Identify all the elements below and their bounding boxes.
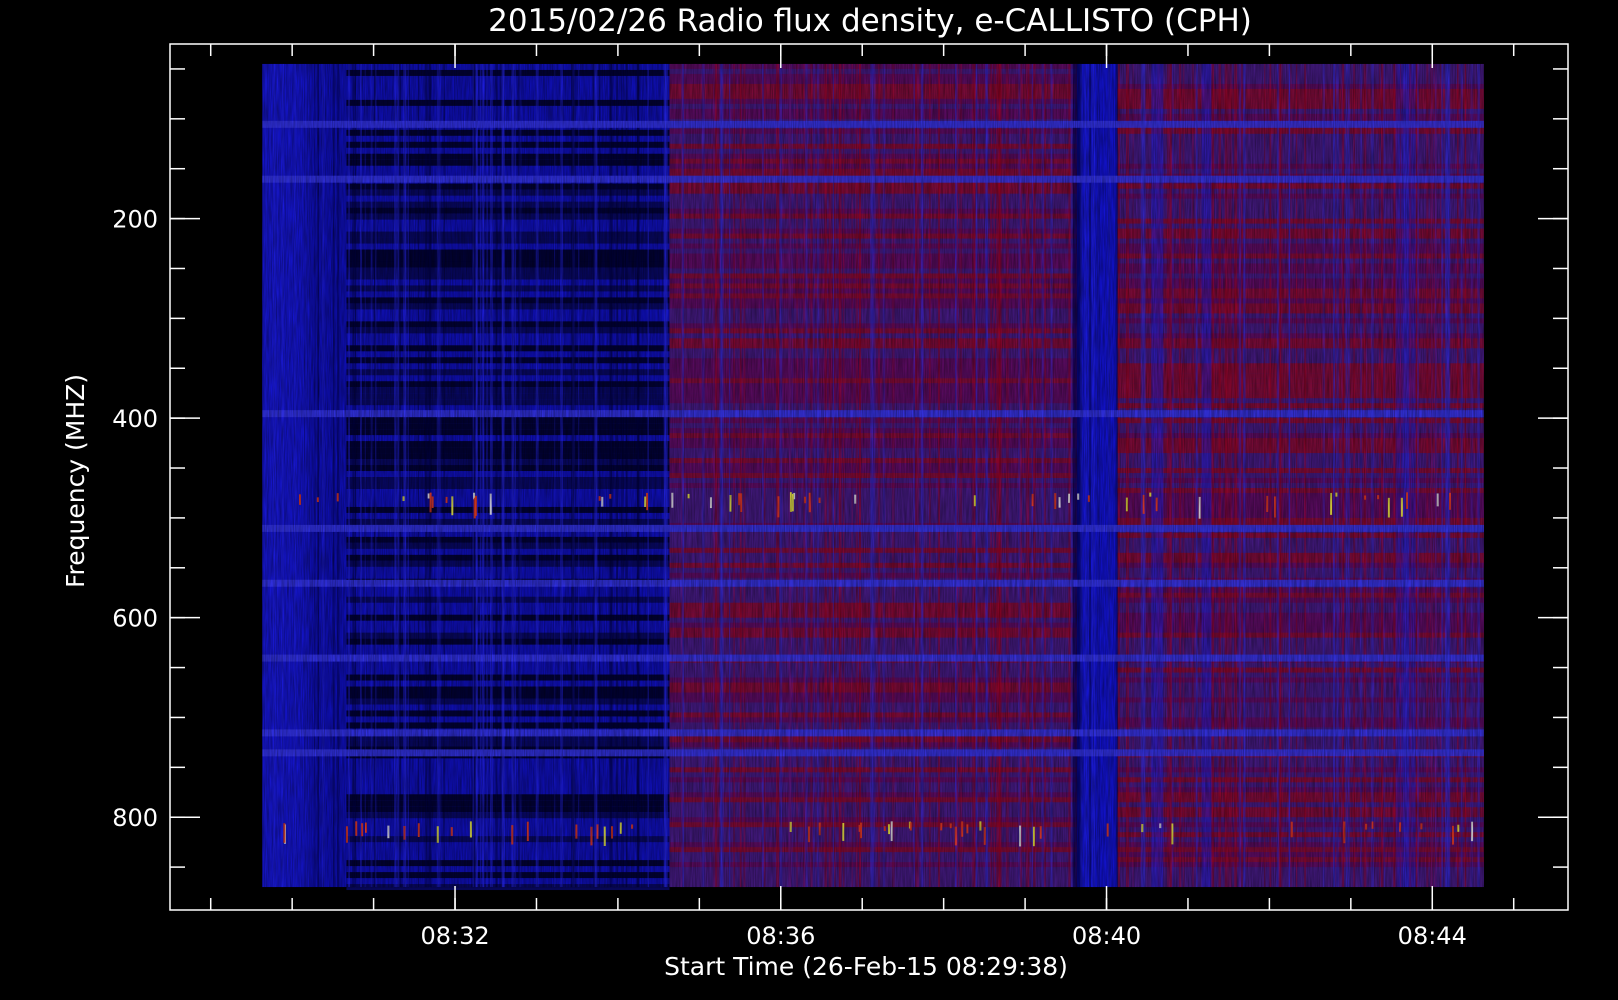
chart-title: 2015/02/26 Radio flux density, e-CALLIST…	[488, 3, 1252, 39]
x-tick-label: 08:36	[746, 922, 815, 950]
x-tick-label: 08:32	[420, 922, 489, 950]
y-tick-label: 800	[112, 804, 158, 832]
y-axis-title: Frequency (MHZ)	[61, 374, 90, 588]
noise-texture	[262, 63, 1484, 888]
x-tick-label: 08:44	[1398, 922, 1467, 950]
y-tick-label: 600	[112, 605, 158, 633]
spectrogram-chart: 2015/02/26 Radio flux density, e-CALLIST…	[61, 3, 1569, 981]
y-tick-label: 200	[112, 206, 158, 234]
x-tick-label: 08:40	[1072, 922, 1141, 950]
x-axis-title: Start Time (26-Feb-15 08:29:38)	[664, 952, 1068, 981]
y-tick-label: 400	[112, 405, 158, 433]
plot-area: 08:32 08:36 08:40 08:44 200 400 600 800	[112, 43, 1569, 950]
